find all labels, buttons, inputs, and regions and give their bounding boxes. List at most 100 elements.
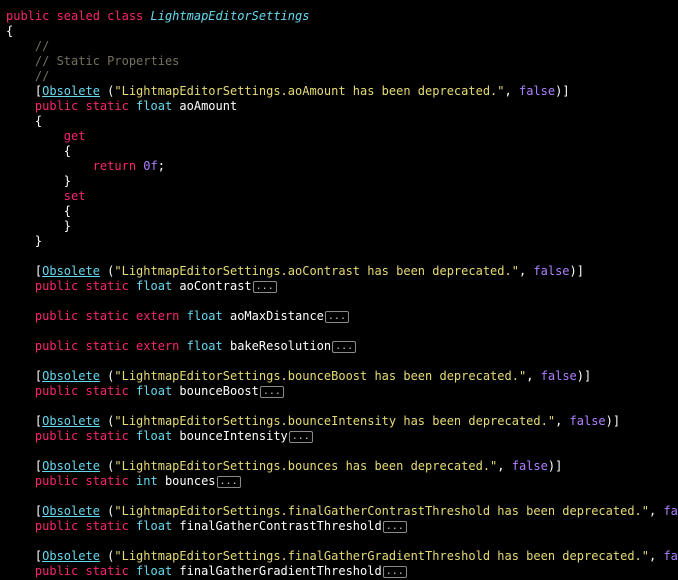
code-token: Obsolete xyxy=(42,504,100,518)
code-line: } xyxy=(6,219,71,234)
code-token: public static xyxy=(6,564,137,578)
code-token: [ xyxy=(6,549,43,563)
code-token: finalGatherGradientThreshold xyxy=(172,564,382,578)
code-token: , xyxy=(497,459,512,473)
code-token: )] xyxy=(576,369,592,383)
code-token: public static extern xyxy=(6,339,187,353)
code-token: ( xyxy=(99,264,115,278)
code-token: )] xyxy=(547,459,563,473)
code-token: "LightmapEditorSettings.finalGatherContr… xyxy=(114,504,649,518)
code-token: } xyxy=(6,234,43,248)
code-token: bounceIntensity xyxy=(172,429,288,443)
code-token: { xyxy=(6,24,14,38)
code-token: "LightmapEditorSettings.finalGatherGradi… xyxy=(114,549,649,563)
fold-ellipsis-button[interactable]: ... xyxy=(382,566,407,578)
fold-ellipsis-button[interactable]: ... xyxy=(288,431,313,443)
code-token: Obsolete xyxy=(42,369,100,383)
code-token: Obsolete xyxy=(42,414,100,428)
code-token: Obsolete xyxy=(42,84,100,98)
code-line: // xyxy=(6,39,49,54)
fold-ellipsis-button[interactable]: ... xyxy=(216,476,241,488)
code-token: "LightmapEditorSettings.bounceIntensity … xyxy=(114,414,556,428)
code-token: return xyxy=(6,159,144,173)
code-token: } xyxy=(6,174,72,188)
code-token: // xyxy=(6,69,50,83)
code-token: float xyxy=(136,519,173,533)
code-token: aoAmount xyxy=(172,99,238,113)
code-line: } xyxy=(6,234,42,249)
code-token: ( xyxy=(99,549,115,563)
code-line: public static float finalGatherContrastT… xyxy=(6,519,407,534)
fold-ellipsis-button[interactable]: ... xyxy=(259,386,284,398)
code-token: false xyxy=(540,369,577,383)
code-token: "LightmapEditorSettings.aoContrast has b… xyxy=(114,264,519,278)
code-token: Obsolete xyxy=(42,264,100,278)
code-token: Obsolete xyxy=(42,459,100,473)
code-line: return 0f; xyxy=(6,159,165,174)
code-token: get xyxy=(6,129,86,143)
fold-ellipsis-button[interactable]: ... xyxy=(252,281,277,293)
code-token: } xyxy=(6,219,72,233)
code-line: public static float bounceIntensity... xyxy=(6,429,313,444)
code-token: [ xyxy=(6,414,43,428)
code-token: ( xyxy=(99,504,115,518)
code-token: float xyxy=(136,384,173,398)
code-token: finalGatherContrastThreshold xyxy=(172,519,382,533)
code-line: public static int bounces... xyxy=(6,474,241,489)
code-line: public static float aoContrast... xyxy=(6,279,277,294)
code-token: , xyxy=(526,369,541,383)
code-token: public static xyxy=(6,279,137,293)
code-token: "LightmapEditorSettings.aoAmount has bee… xyxy=(114,84,505,98)
code-line: [Obsolete ("LightmapEditorSettings.aoAmo… xyxy=(6,84,570,99)
code-token: float xyxy=(136,564,173,578)
code-line: [Obsolete ("LightmapEditorSettings.final… xyxy=(6,549,678,564)
code-token: )] xyxy=(555,84,570,98)
code-token: set xyxy=(6,189,86,203)
code-token: public static xyxy=(6,474,137,488)
code-token: public static xyxy=(6,429,137,443)
code-line: public static extern float bakeResolutio… xyxy=(6,339,357,354)
code-token: { xyxy=(6,144,72,158)
code-token: 0f xyxy=(143,159,158,173)
code-token: [ xyxy=(6,369,43,383)
code-token: false xyxy=(569,414,606,428)
code-token: , xyxy=(649,504,664,518)
fold-ellipsis-button[interactable]: ... xyxy=(382,521,407,533)
code-line: { xyxy=(6,24,13,39)
code-token: float xyxy=(136,99,173,113)
fold-ellipsis-button[interactable]: ... xyxy=(332,341,357,353)
code-line: public static float bounceBoost... xyxy=(6,384,284,399)
code-token: [ xyxy=(6,84,43,98)
code-token: int xyxy=(136,474,158,488)
code-token: "LightmapEditorSettings.bounces has been… xyxy=(114,459,498,473)
code-token: { xyxy=(6,204,72,218)
code-token: false xyxy=(518,84,556,98)
fold-ellipsis-button[interactable]: ... xyxy=(324,311,349,323)
code-token: LightmapEditorSettings xyxy=(150,9,310,23)
code-editor[interactable]: public sealed class LightmapEditorSettin… xyxy=(0,0,678,580)
code-token: [ xyxy=(6,504,43,518)
code-token: public static xyxy=(6,384,137,398)
code-token: ( xyxy=(99,459,115,473)
code-line: } xyxy=(6,174,71,189)
code-line: [Obsolete ("LightmapEditorSettings.aoCon… xyxy=(6,264,584,279)
code-token: public static xyxy=(6,519,137,533)
code-token: float xyxy=(186,339,223,353)
code-token: "LightmapEditorSettings.bounceBoost has … xyxy=(114,369,527,383)
code-token: ( xyxy=(99,369,115,383)
code-token: , xyxy=(504,84,519,98)
code-line: get xyxy=(6,129,86,144)
code-token: float xyxy=(136,279,173,293)
code-line: [Obsolete ("LightmapEditorSettings.bounc… xyxy=(6,414,620,429)
code-token: )] xyxy=(605,414,621,428)
code-token: fa xyxy=(663,504,678,518)
code-token: fa xyxy=(663,549,678,563)
code-token: bounceBoost xyxy=(172,384,259,398)
code-token: { xyxy=(6,114,43,128)
code-token: public static extern xyxy=(6,309,187,323)
code-token: , xyxy=(649,549,664,563)
code-line: { xyxy=(6,114,42,129)
code-line: // xyxy=(6,69,49,84)
code-token: aoMaxDistance xyxy=(222,309,324,323)
code-line: // Static Properties xyxy=(6,54,180,69)
